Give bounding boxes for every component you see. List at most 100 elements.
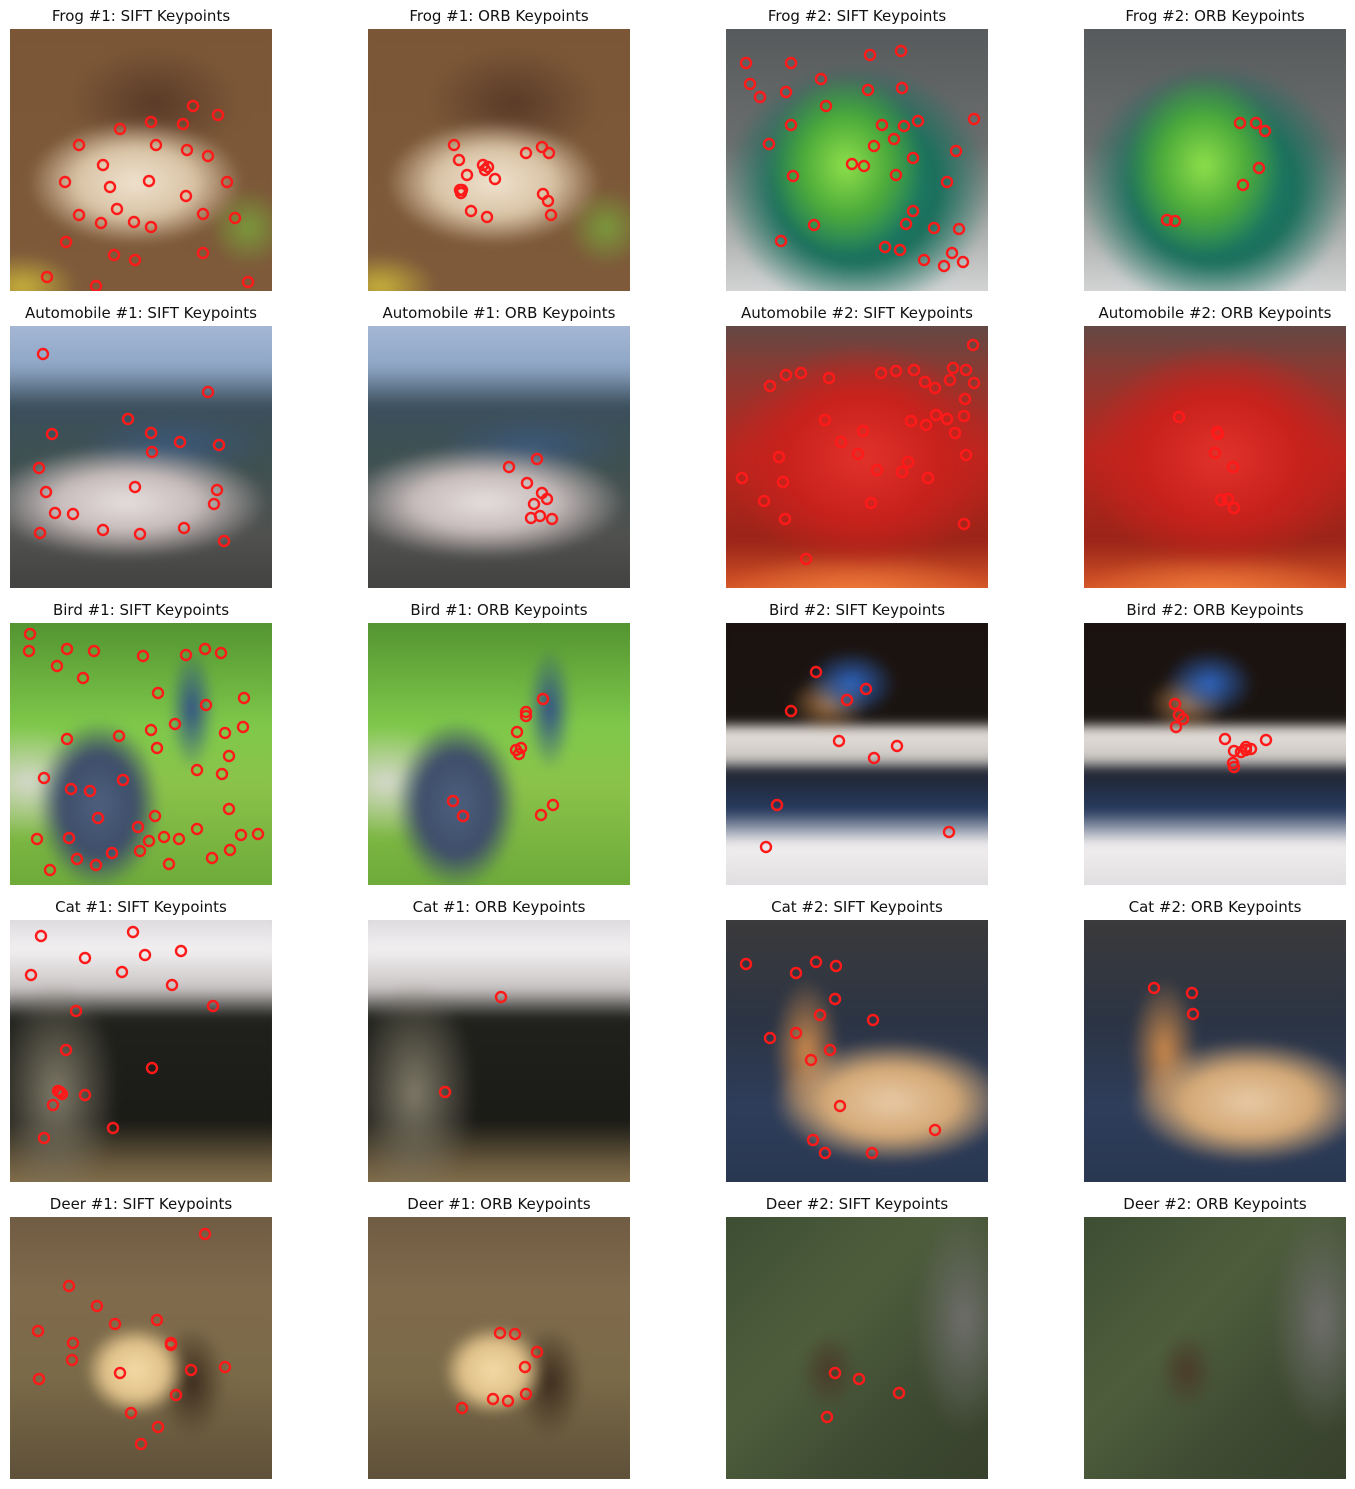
keypoint-marker [786, 169, 800, 183]
keypoint-marker [889, 364, 903, 378]
keypoint-marker [72, 138, 86, 152]
keypoint-marker [128, 253, 142, 267]
keypoint-marker [536, 692, 550, 706]
panel-image [726, 920, 988, 1182]
keypoint-marker [940, 175, 954, 189]
keypoint-marker [112, 729, 126, 743]
keypoint-marker [34, 929, 48, 943]
figure-panel: Bird #1: SIFT Keypoints [10, 594, 272, 885]
keypoint-marker [127, 215, 141, 229]
keypoint-marker [856, 424, 870, 438]
keypoint-marker [60, 732, 74, 746]
keypoint-marker [179, 189, 193, 203]
panel-image [10, 920, 272, 1182]
keypoint-marker [1227, 501, 1241, 515]
keypoint-marker [201, 385, 215, 399]
panel-image [1084, 920, 1346, 1182]
keypoint-marker [851, 447, 865, 461]
keypoint-overlay [1172, 410, 1241, 515]
keypoint-marker [116, 773, 130, 787]
keypoint-marker [943, 373, 957, 387]
keypoint-marker [904, 414, 918, 428]
keypoint-marker [929, 408, 943, 422]
keypoint-marker [150, 741, 164, 755]
keypoint-marker [893, 243, 907, 257]
panel-title: Deer #2: ORB Keypoints [1123, 1195, 1307, 1213]
keypoint-overlay [1147, 981, 1200, 1021]
keypoint-marker [897, 119, 911, 133]
keypoint-marker [1208, 446, 1222, 460]
keypoint-marker [134, 1437, 148, 1451]
keypoint-overlay [1160, 116, 1272, 228]
keypoint-marker [806, 1133, 820, 1147]
keypoint-marker [889, 168, 903, 182]
keypoint-marker [144, 426, 158, 440]
keypoint-marker [177, 521, 191, 535]
keypoint-overlay [502, 452, 559, 526]
keypoint-marker [866, 1013, 880, 1027]
keypoint-marker [870, 463, 884, 477]
keypoint-marker [184, 1363, 198, 1377]
keypoint-marker [69, 1004, 83, 1018]
keypoint-marker [859, 682, 873, 696]
keypoint-marker [162, 857, 176, 871]
keypoint-marker [1259, 733, 1273, 747]
keypoint-marker [895, 465, 909, 479]
keypoint-marker [452, 153, 466, 167]
keypoint-marker [133, 527, 147, 541]
panel-title: Cat #1: SIFT Keypoints [55, 898, 227, 916]
keypoint-marker [945, 246, 959, 260]
keypoint-marker [917, 253, 931, 267]
keypoint-marker [65, 1353, 79, 1367]
panel-image [368, 623, 630, 885]
keypoint-marker [131, 820, 145, 834]
panel-title: Bird #1: SIFT Keypoints [52, 601, 230, 619]
panel-title: Cat #1: ORB Keypoints [412, 898, 586, 916]
keypoint-marker [173, 435, 187, 449]
keypoint-marker [1236, 178, 1250, 192]
keypoint-marker [959, 363, 973, 377]
keypoint-marker [58, 175, 72, 189]
keypoint-marker [1185, 986, 1199, 1000]
keypoint-marker [103, 180, 117, 194]
panel-image [368, 326, 630, 588]
figure-panel: Cat #2: SIFT Keypoints [726, 891, 988, 1182]
keypoint-marker [822, 371, 836, 385]
keypoint-marker [486, 1392, 500, 1406]
keypoint-marker [214, 646, 228, 660]
panel-image [10, 29, 272, 291]
keypoint-marker [464, 204, 478, 218]
keypoint-marker [455, 1401, 469, 1415]
keypoint-marker [546, 798, 560, 812]
keypoint-marker [222, 802, 236, 816]
keypoint-marker [906, 151, 920, 165]
keypoint-marker [1218, 732, 1232, 746]
keypoint-marker [212, 438, 226, 452]
panel-title: Cat #2: SIFT Keypoints [771, 898, 943, 916]
panel-image [10, 1217, 272, 1479]
keypoint-marker [878, 240, 892, 254]
panel-title: Automobile #1: SIFT Keypoints [25, 304, 257, 322]
panel-title: Bird #1: ORB Keypoints [410, 601, 588, 619]
keypoint-marker [32, 1372, 46, 1386]
panel-image [726, 326, 988, 588]
keypoint-marker [83, 784, 97, 798]
keypoint-marker [814, 72, 828, 86]
keypoint-marker [217, 534, 231, 548]
keypoint-marker [942, 825, 956, 839]
keypoint-marker [794, 366, 808, 380]
keypoint-marker [957, 409, 971, 423]
keypoint-marker [90, 1299, 104, 1313]
keypoint-figure-grid: Frog #1: SIFT Keypoints Frog #1: ORB Keyp… [0, 0, 1355, 1489]
keypoint-marker [890, 739, 904, 753]
keypoint-marker [1227, 744, 1241, 758]
keypoint-marker [218, 1360, 232, 1374]
keypoint-marker [911, 114, 925, 128]
keypoint-marker [861, 83, 875, 97]
keypoint-marker [959, 448, 973, 462]
keypoint-marker [32, 461, 46, 475]
figure-panel: Frog #1: SIFT Keypoints [10, 0, 272, 291]
keypoint-marker [544, 208, 558, 222]
keypoint-marker [928, 381, 942, 395]
figure-panel: Deer #2: ORB Keypoints [1084, 1188, 1346, 1479]
